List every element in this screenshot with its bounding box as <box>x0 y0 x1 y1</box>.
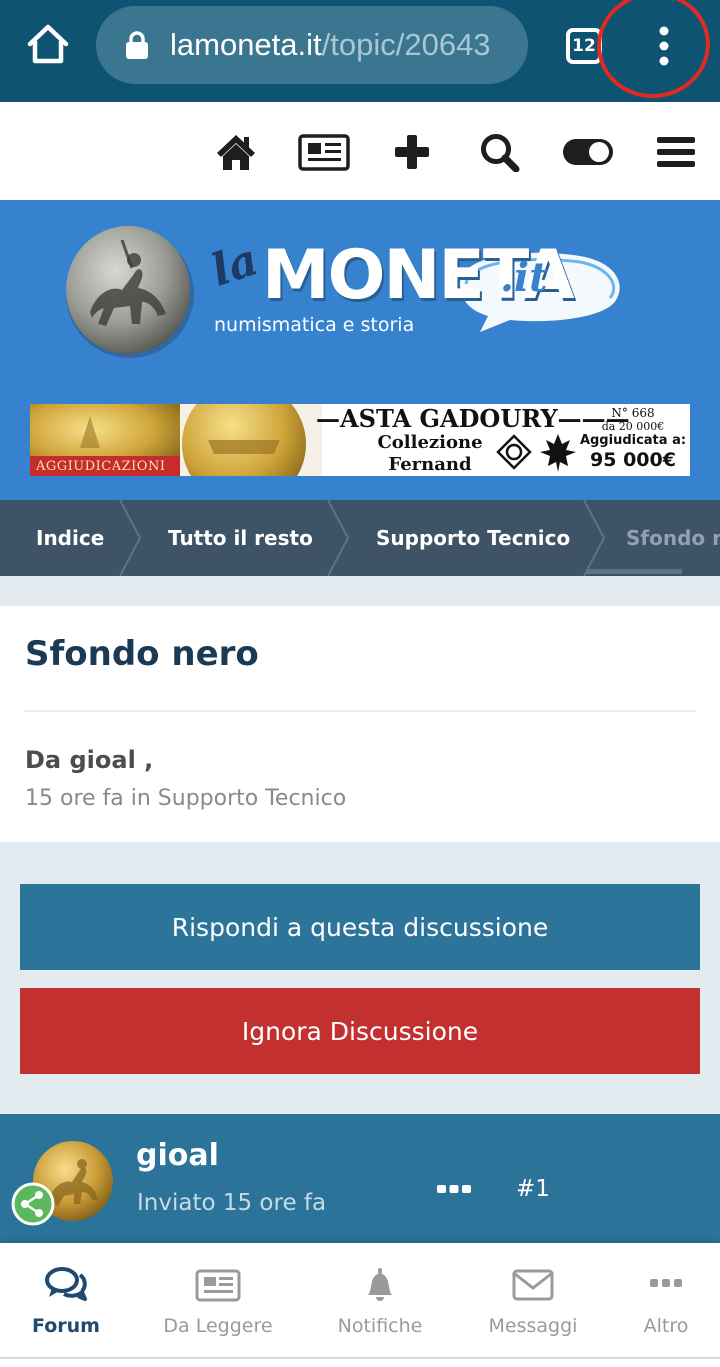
ignore-topic-button[interactable]: Ignora Discussione <box>20 988 700 1074</box>
post-author[interactable]: gioal <box>136 1138 219 1173</box>
nav-label: Altro <box>643 1315 689 1337</box>
banner-collection: Collezione Fernand DAVID <box>377 432 483 475</box>
banner-ribbon: AGGIUDICAZIONI <box>30 456 180 476</box>
breadcrumb-separator <box>119 500 142 576</box>
coin-logo-icon[interactable] <box>62 220 198 360</box>
topic-meta: 15 ore fa in Supporto Tecnico <box>25 786 347 811</box>
breadcrumb-separator <box>327 500 350 576</box>
topic-card: Sfondo nero Da gioal , 15 ore fa in Supp… <box>0 606 720 842</box>
breadcrumb-scrollbar[interactable] <box>586 569 682 574</box>
nav-item-messaggi[interactable]: Messaggi <box>463 1243 603 1363</box>
share-badge-icon[interactable] <box>11 1182 55 1226</box>
topic-author[interactable]: Da gioal , <box>25 746 153 774</box>
address-bar[interactable]: lamoneta.it/topic/20643 <box>96 6 528 84</box>
auction-house-logos-icon <box>496 434 576 472</box>
home-icon[interactable] <box>215 132 257 172</box>
url-path: /topic/20643 <box>321 27 491 62</box>
more-dots-icon <box>650 1279 682 1287</box>
newspaper-icon <box>195 1269 241 1302</box>
site-toolbar <box>0 102 720 200</box>
tab-switcher-button[interactable]: 12 <box>566 28 602 64</box>
logo-suffix: .it <box>500 254 548 301</box>
browser-menu-icon[interactable] <box>640 20 688 72</box>
banner-price-block: N° 668 da 20 000€ Aggiudicata a: 95 000€ <box>579 406 687 471</box>
nav-label: Messaggi <box>488 1315 578 1337</box>
browser-toolbar: lamoneta.it/topic/20643 12 <box>0 0 720 106</box>
post-timestamp: Inviato 15 ore fa <box>137 1190 327 1216</box>
envelope-icon <box>512 1269 554 1301</box>
breadcrumb-separator <box>583 500 606 576</box>
post-options-icon[interactable] <box>436 1182 472 1196</box>
bottom-navigation: Forum Da Leggere Notifiche Messaggi Altr… <box>0 1243 720 1367</box>
plus-icon[interactable] <box>393 132 431 172</box>
logo-prefix: la <box>205 234 265 297</box>
breadcrumb-item-indice[interactable]: Indice <box>36 500 104 576</box>
search-icon[interactable] <box>478 132 522 172</box>
post-header: gioal Inviato 15 ore fa #1 <box>0 1114 720 1246</box>
browser-home-icon[interactable] <box>26 22 70 66</box>
breadcrumb: Indice Tutto il resto Supporto Tecnico S… <box>0 500 720 576</box>
nav-item-da-leggere[interactable]: Da Leggere <box>148 1243 288 1363</box>
breadcrumb-item-tutto-il-resto[interactable]: Tutto il resto <box>168 500 313 576</box>
post-number-link[interactable]: #1 <box>516 1176 550 1202</box>
nav-item-forum[interactable]: Forum <box>0 1243 136 1363</box>
site-header: la MONETA .it numismatica e storia AGGIU… <box>0 200 720 500</box>
theme-toggle-icon[interactable] <box>561 132 615 172</box>
chat-bubbles-icon <box>45 1267 87 1301</box>
breadcrumb-item-supporto-tecnico[interactable]: Supporto Tecnico <box>376 500 570 576</box>
divider <box>24 710 696 712</box>
url-host: lamoneta.it <box>170 27 322 62</box>
auction-banner[interactable]: AGGIUDICAZIONI —ASTA GADOURY——— Collezio… <box>30 404 690 476</box>
lock-icon <box>126 31 148 59</box>
breadcrumb-item-current[interactable]: Sfondo n <box>626 500 720 576</box>
divider <box>0 1357 720 1359</box>
reply-button[interactable]: Rispondi a questa discussione <box>20 884 700 970</box>
logo-tagline: numismatica e storia <box>214 314 415 336</box>
nav-label: Forum <box>32 1315 100 1337</box>
nav-item-notifiche[interactable]: Notifiche <box>310 1243 450 1363</box>
page-title: Sfondo nero <box>25 634 259 674</box>
nav-label: Notifiche <box>337 1315 423 1337</box>
nav-label: Da Leggere <box>163 1315 273 1337</box>
nav-item-altro[interactable]: Altro <box>596 1243 720 1363</box>
hamburger-menu-icon[interactable] <box>656 132 696 172</box>
activity-feed-icon[interactable] <box>298 132 350 172</box>
bell-icon <box>368 1268 392 1301</box>
